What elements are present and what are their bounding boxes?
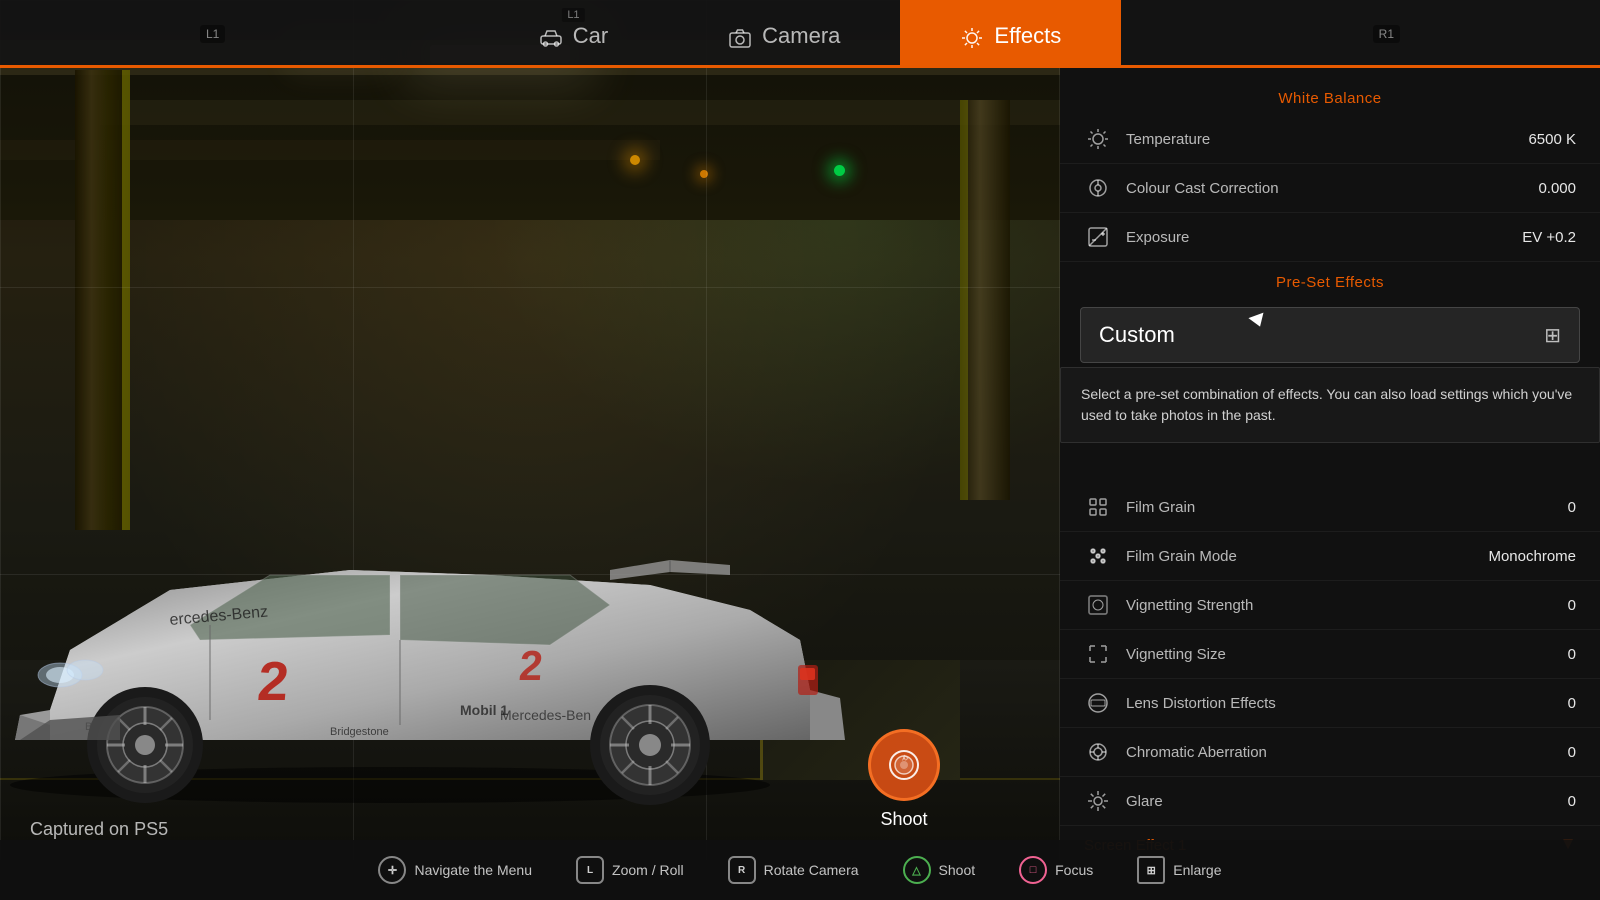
glare-label: Glare [1126, 793, 1568, 810]
square-button-icon: □ [1019, 856, 1047, 884]
film-grain-mode-value: Monochrome [1488, 548, 1576, 565]
tab-effects[interactable]: Effects [900, 0, 1121, 68]
vignetting-strength-label: Vignetting Strength [1126, 597, 1568, 614]
grid-button-icon: ⊞ [1137, 856, 1165, 884]
car-tab-label: Car [573, 23, 608, 49]
l-button-icon: L [576, 856, 604, 884]
exposure-label: Exposure [1126, 229, 1522, 246]
preset-dropdown-container: Custom ⊞ Select a pre-set combination of… [1060, 307, 1600, 363]
zoom-label: Zoom / Roll [612, 862, 684, 878]
temperature-value: 6500 K [1528, 131, 1576, 148]
temperature-row[interactable]: Temperature 6500 K [1060, 115, 1600, 164]
colour-cast-icon [1084, 174, 1112, 202]
camera-icon [728, 26, 752, 50]
control-zoom: L Zoom / Roll [554, 856, 706, 884]
control-shoot[interactable]: △ Shoot [881, 856, 998, 884]
main-viewport: 2 2 ercedes-Benz Mercedes-Ben AMG Bridge… [0, 0, 1060, 860]
rotate-label: Rotate Camera [764, 862, 859, 878]
preset-tooltip: Select a pre-set combination of effects.… [1060, 367, 1600, 443]
panel-content: White Balance Temperature 6500 K [1060, 68, 1600, 860]
temperature-icon [1084, 125, 1112, 153]
lens-distortion-value: 0 [1568, 695, 1576, 712]
film-grain-label: Film Grain [1126, 499, 1568, 516]
shutter-icon [886, 747, 922, 783]
preset-grid-icon: ⊞ [1544, 323, 1561, 348]
chromatic-aberration-row[interactable]: Chromatic Aberration 0 [1060, 728, 1600, 777]
vignette-strength-icon [1084, 591, 1112, 619]
effects-tab-label: Effects [994, 23, 1061, 49]
effects-icon [960, 26, 984, 50]
preset-dropdown[interactable]: Custom ⊞ [1080, 307, 1580, 363]
bottom-control-bar: ✛ Navigate the Menu L Zoom / Roll R Rota… [0, 840, 1600, 900]
chromatic-aberration-label: Chromatic Aberration [1126, 744, 1568, 761]
control-focus[interactable]: □ Focus [997, 856, 1115, 884]
shoot-label: Shoot [880, 809, 927, 830]
control-enlarge[interactable]: ⊞ Enlarge [1115, 856, 1243, 884]
nav-tabs: L1 Car Camera [479, 0, 1122, 68]
l1-button[interactable]: L1 [200, 25, 225, 43]
shoot-circle-button[interactable] [868, 729, 940, 801]
r1-button[interactable]: R1 [1373, 25, 1400, 43]
svg-text:Mercedes-Ben: Mercedes-Ben [500, 707, 591, 723]
control-navigate: ✛ Navigate the Menu [356, 856, 554, 884]
top-navigation: L1 L1 Car Camera [0, 0, 1600, 68]
film-grain-mode-icon [1084, 542, 1112, 570]
glare-value: 0 [1568, 793, 1576, 810]
accent-line [0, 65, 1600, 68]
lens-distortion-icon [1084, 689, 1112, 717]
film-grain-mode-label: Film Grain Mode [1126, 548, 1488, 565]
triangle-button-icon: △ [903, 856, 931, 884]
film-grain-value: 0 [1568, 499, 1576, 516]
control-rotate: R Rotate Camera [706, 856, 881, 884]
focus-label: Focus [1055, 862, 1093, 878]
chromatic-aberration-icon [1084, 738, 1112, 766]
svg-text:2: 2 [255, 650, 291, 712]
shoot-bottom-label: Shoot [939, 862, 976, 878]
exposure-value: EV +0.2 [1522, 229, 1576, 246]
captured-label: Captured on PS5 [30, 819, 168, 840]
exposure-icon [1084, 223, 1112, 251]
vignetting-size-value: 0 [1568, 646, 1576, 663]
preset-current-value: Custom [1099, 322, 1175, 348]
tab-car[interactable]: L1 Car [479, 0, 668, 68]
film-grain-row[interactable]: Film Grain 0 [1060, 483, 1600, 532]
film-grain-icon [1084, 493, 1112, 521]
preset-effects-header: Pre-Set Effects [1060, 262, 1600, 299]
vignette-size-icon [1084, 640, 1112, 668]
white-balance-header: White Balance [1060, 78, 1600, 115]
exposure-row[interactable]: Exposure EV +0.2 [1060, 213, 1600, 262]
dpad-icon: ✛ [378, 856, 406, 884]
svg-text:Mobil 1: Mobil 1 [460, 702, 508, 718]
car-icon [539, 26, 563, 50]
car-rendering: 2 2 ercedes-Benz Mercedes-Ben AMG Bridge… [0, 430, 930, 810]
vignetting-size-row[interactable]: Vignetting Size 0 [1060, 630, 1600, 679]
vignetting-size-label: Vignetting Size [1126, 646, 1568, 663]
colour-cast-row[interactable]: Colour Cast Correction 0.000 [1060, 164, 1600, 213]
right-panel: White Balance Temperature 6500 K [1060, 0, 1600, 860]
chromatic-aberration-value: 0 [1568, 744, 1576, 761]
colour-cast-label: Colour Cast Correction [1126, 180, 1538, 197]
shoot-button-area[interactable]: Shoot [868, 729, 940, 830]
car-tab-btn: L1 [562, 8, 584, 22]
r-button-icon: R [728, 856, 756, 884]
temperature-label: Temperature [1126, 131, 1528, 148]
glare-row[interactable]: Glare 0 [1060, 777, 1600, 826]
lens-distortion-label: Lens Distortion Effects [1126, 695, 1568, 712]
svg-text:2: 2 [517, 642, 544, 689]
glare-icon [1084, 787, 1112, 815]
enlarge-label: Enlarge [1173, 862, 1221, 878]
camera-tab-label: Camera [762, 23, 840, 49]
tab-camera[interactable]: Camera [668, 0, 900, 68]
svg-text:Bridgestone: Bridgestone [330, 726, 389, 738]
navigate-label: Navigate the Menu [414, 862, 532, 878]
vignetting-strength-row[interactable]: Vignetting Strength 0 [1060, 581, 1600, 630]
colour-cast-value: 0.000 [1538, 180, 1576, 197]
lens-distortion-row[interactable]: Lens Distortion Effects 0 [1060, 679, 1600, 728]
vignetting-strength-value: 0 [1568, 597, 1576, 614]
film-grain-mode-row[interactable]: Film Grain Mode Monochrome [1060, 532, 1600, 581]
